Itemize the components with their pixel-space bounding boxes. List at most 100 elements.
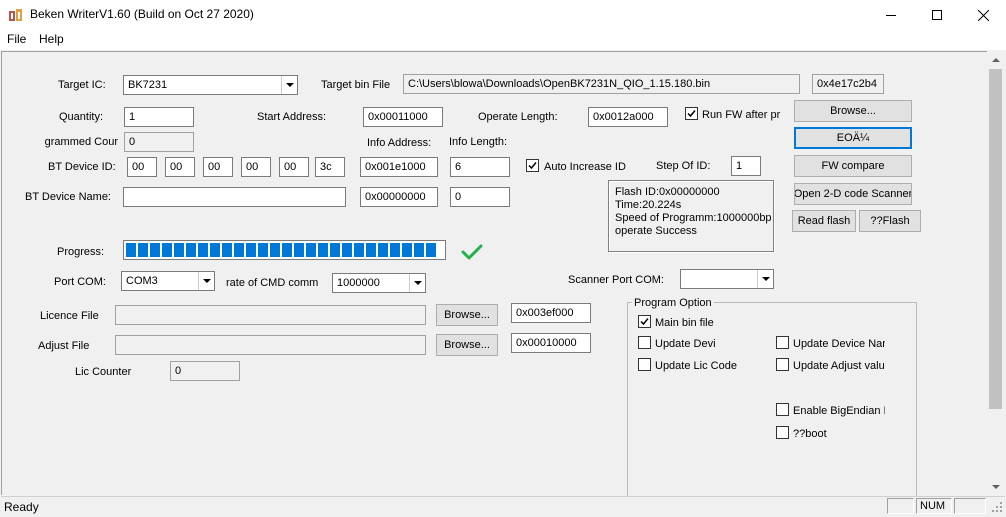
- scroll-thumb[interactable]: [989, 69, 1002, 409]
- speed-text: Speed of Programm:1000000bp: [615, 212, 771, 224]
- resize-grip-icon[interactable]: [990, 500, 1004, 514]
- chevron-down-icon[interactable]: [409, 274, 425, 292]
- progress-segment: [246, 243, 256, 257]
- bt-id-byte-4[interactable]: 00: [241, 157, 271, 177]
- update-lic-code-label: Update Lic Code: [655, 360, 737, 372]
- bt-id-byte-6[interactable]: 3c: [315, 157, 345, 177]
- progress-segment: [402, 243, 412, 257]
- browse-main-button[interactable]: Browse...: [794, 100, 912, 122]
- baud-select[interactable]: 1000000: [332, 273, 426, 293]
- vertical-scrollbar[interactable]: [987, 51, 1004, 495]
- name-address-input[interactable]: 0x00000000: [360, 187, 438, 207]
- minimize-button[interactable]: [868, 0, 914, 30]
- baud-value: 1000000: [337, 277, 380, 289]
- open-2d-scanner-button[interactable]: Open 2-D code Scanner: [794, 183, 912, 205]
- progress-segment: [270, 243, 280, 257]
- licence-address-input[interactable]: 0x003ef000: [511, 303, 591, 323]
- bt-device-name-input[interactable]: [123, 187, 346, 207]
- licence-file-label: Licence File: [40, 310, 99, 322]
- chevron-down-icon[interactable]: [198, 272, 214, 290]
- port-com-select[interactable]: COM3: [121, 271, 215, 291]
- run-fw-checkbox[interactable]: [685, 107, 698, 120]
- main-bin-checkbox[interactable]: [638, 315, 651, 328]
- progress-segment: [138, 243, 148, 257]
- menu-help[interactable]: Help: [39, 32, 64, 46]
- info-address-label: Info Address:: [367, 137, 432, 149]
- progress-segment: [342, 243, 352, 257]
- menu-file[interactable]: File: [7, 32, 26, 46]
- update-adjust-checkbox[interactable]: [776, 358, 789, 371]
- progress-segment: [330, 243, 340, 257]
- adjust-file-field[interactable]: [115, 335, 426, 355]
- operate-length-label: Operate Length:: [478, 111, 558, 123]
- progress-segment: [378, 243, 388, 257]
- step-of-id-input[interactable]: 1: [731, 156, 761, 176]
- scanner-port-select[interactable]: [680, 269, 774, 289]
- status-bar: [1, 496, 1005, 515]
- scroll-up-icon[interactable]: [987, 51, 1004, 68]
- progress-segment: [354, 243, 364, 257]
- close-button[interactable]: [960, 0, 1006, 30]
- enable-bigendian-label: Enable BigEndian II: [793, 405, 885, 417]
- port-com-label: Port COM:: [54, 276, 106, 288]
- operate-length-input[interactable]: 0x0012a000: [588, 107, 668, 127]
- programmed-count-field: 0: [124, 132, 194, 152]
- progress-segment: [186, 243, 196, 257]
- read-flash-button[interactable]: Read flash: [792, 210, 856, 232]
- info-address-input[interactable]: 0x001e1000: [360, 157, 438, 177]
- update-adjust-label: Update Adjust valu: [793, 360, 885, 372]
- update-device-name-checkbox[interactable]: [776, 336, 789, 349]
- browse-adjust-button[interactable]: Browse...: [436, 334, 498, 356]
- progress-segment: [210, 243, 220, 257]
- enable-bigendian-checkbox[interactable]: [776, 403, 789, 416]
- quantity-label: Quantity:: [59, 111, 104, 123]
- bt-id-byte-5[interactable]: 00: [279, 157, 309, 177]
- qq-boot-checkbox[interactable]: [776, 426, 789, 439]
- scroll-down-icon[interactable]: [987, 478, 1004, 495]
- progress-segment: [174, 243, 184, 257]
- target-ic-value: BK7231: [128, 79, 168, 91]
- target-ic-label: Target IC:: [58, 79, 106, 91]
- progress-segment: [282, 243, 292, 257]
- adjust-file-label: Adjust File: [38, 340, 90, 352]
- app-icon: [8, 7, 24, 23]
- status-pane-num: NUM: [916, 498, 952, 514]
- chevron-down-icon[interactable]: [281, 76, 297, 94]
- checksum-field: 0x4e17c2b4: [812, 74, 884, 94]
- checkmark-icon: [687, 110, 696, 118]
- bt-id-byte-2[interactable]: 00: [165, 157, 195, 177]
- program-option-group: [627, 302, 917, 496]
- status-pane-scrl: [954, 498, 986, 514]
- bt-id-byte-1[interactable]: 00: [127, 157, 157, 177]
- status-pane-caps: [887, 498, 914, 514]
- progress-segment: [222, 243, 232, 257]
- maximize-button[interactable]: [914, 0, 960, 30]
- update-devi-checkbox[interactable]: [638, 336, 651, 349]
- start-address-label: Start Address:: [257, 111, 327, 123]
- bt-id-byte-3[interactable]: 00: [203, 157, 233, 177]
- status-text: Ready: [4, 500, 39, 514]
- scanner-port-label: Scanner Port COM:: [568, 274, 664, 286]
- info-length-input[interactable]: 6: [450, 157, 510, 177]
- target-ic-select[interactable]: BK7231: [123, 75, 298, 95]
- time-text: Time:20.224s: [615, 199, 682, 211]
- quantity-input[interactable]: 1: [124, 107, 194, 127]
- browse-licence-button[interactable]: Browse...: [436, 304, 498, 326]
- progress-segment: [426, 243, 436, 257]
- chevron-down-icon[interactable]: [757, 270, 773, 288]
- adjust-address-input[interactable]: 0x00010000: [511, 333, 591, 353]
- progress-segment: [162, 243, 172, 257]
- target-bin-field[interactable]: C:\Users\blowa\Downloads\OpenBK7231N_QIO…: [403, 74, 800, 94]
- progress-segment: [198, 243, 208, 257]
- minimize-icon: [886, 14, 896, 16]
- update-lic-code-checkbox[interactable]: [638, 358, 651, 371]
- progress-bar: [123, 240, 446, 260]
- auto-increase-checkbox[interactable]: [526, 159, 539, 172]
- fw-compare-button[interactable]: FW compare: [794, 155, 912, 177]
- qq-flash-button[interactable]: ??Flash: [859, 210, 921, 232]
- maximize-icon: [932, 10, 942, 20]
- licence-file-field[interactable]: [115, 305, 426, 325]
- eoa-button[interactable]: EOÄ¼: [794, 127, 912, 149]
- name-length-input[interactable]: 0: [450, 187, 510, 207]
- start-address-input[interactable]: 0x00011000: [363, 107, 443, 127]
